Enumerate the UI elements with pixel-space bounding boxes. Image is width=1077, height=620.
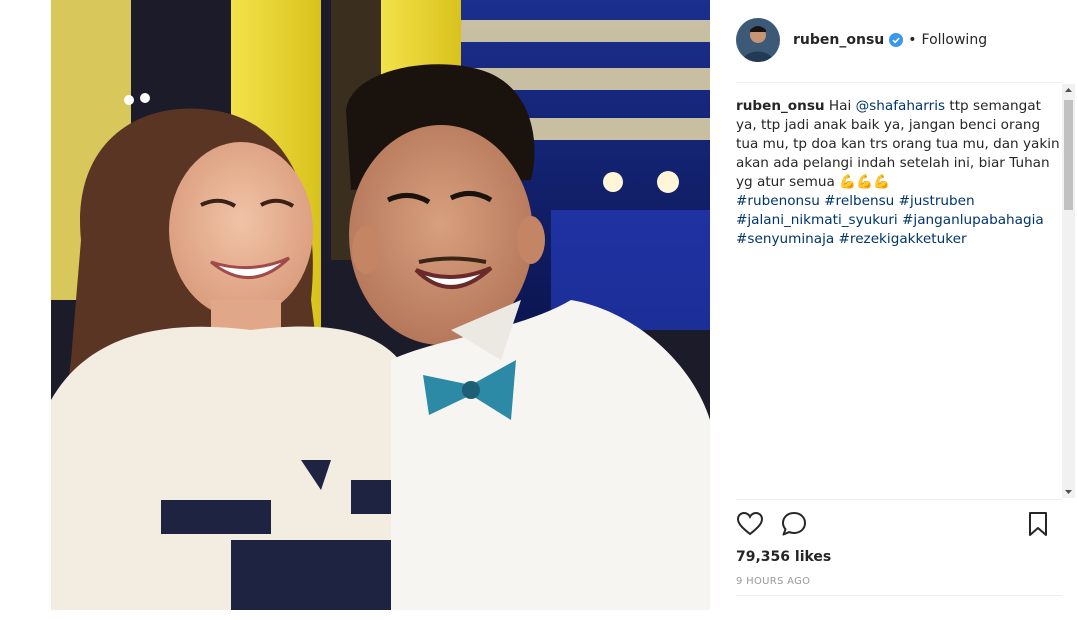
post-actions [736, 510, 1056, 540]
bookmark-icon[interactable] [1024, 510, 1052, 538]
following-button[interactable]: Following [922, 32, 988, 48]
divider [736, 595, 1062, 596]
mention-link[interactable]: @shafaharris [856, 98, 945, 114]
post-caption: ruben_onsu Hai @shafaharris ttp semangat… [736, 97, 1061, 249]
divider [736, 499, 1062, 500]
post-header: ruben_onsu • Following [736, 17, 1062, 63]
avatar-image [736, 18, 780, 62]
comments-scrollbar[interactable] [1062, 84, 1075, 498]
scroll-down-arrow-icon[interactable] [1062, 485, 1075, 498]
hashtag-link[interactable]: #senyuminaja [736, 231, 834, 247]
hashtag-link[interactable]: #rubenonsu [736, 193, 820, 209]
comment-icon[interactable] [780, 510, 808, 538]
username-link[interactable]: ruben_onsu [793, 32, 884, 48]
heart-icon[interactable] [736, 510, 764, 538]
caption-text: Hai [824, 98, 856, 114]
selfie-image [51, 0, 710, 610]
likes-count[interactable]: 79,356 likes [736, 549, 831, 565]
scroll-thumb[interactable] [1064, 100, 1073, 210]
verified-badge-icon [889, 33, 904, 47]
divider [736, 82, 1062, 83]
post-photo[interactable] [51, 0, 710, 610]
separator-dot: • [908, 32, 917, 48]
hashtag-link[interactable]: #relbensu [824, 193, 894, 209]
post-sidebar: ruben_onsu • Following ruben_onsu Hai @s… [710, 0, 1077, 620]
hashtag-link[interactable]: #janganlupabahagia [902, 212, 1044, 228]
post-timestamp[interactable]: 9 HOURS AGO [736, 576, 810, 587]
hashtag-link[interactable]: #jalani_nikmati_syukuri [736, 212, 898, 228]
avatar[interactable] [736, 18, 780, 62]
caption-emoji: 💪💪💪 [839, 174, 890, 190]
caption-username[interactable]: ruben_onsu [736, 98, 825, 114]
hashtag-link[interactable]: #rezekigakketuker [839, 231, 967, 247]
scroll-up-arrow-icon[interactable] [1062, 84, 1075, 97]
hashtag-link[interactable]: #justruben [899, 193, 975, 209]
